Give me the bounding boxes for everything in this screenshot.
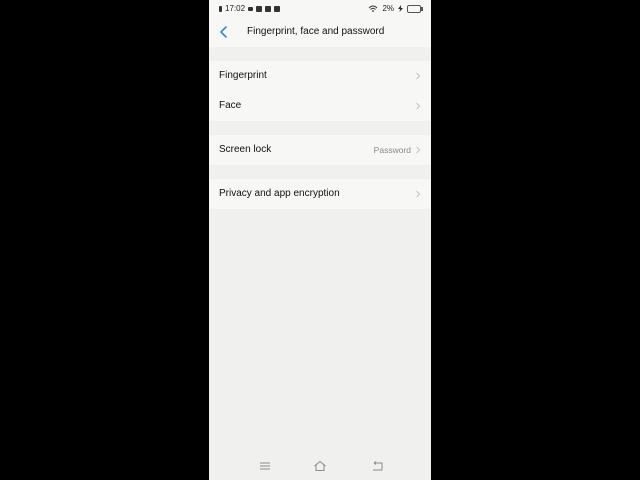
home-icon[interactable] (313, 460, 327, 472)
privacy-encryption-row[interactable]: Privacy and app encryption (209, 179, 431, 209)
row-label: Privacy and app encryption (219, 188, 340, 199)
charging-icon (398, 5, 403, 12)
status-bar: 17:02 2% (209, 0, 431, 17)
page-title: Fingerprint, face and password (247, 26, 385, 37)
battery-percent: 2% (382, 4, 394, 13)
chevron-right-icon (416, 190, 421, 198)
row-label: Face (219, 100, 242, 111)
navigation-bar (209, 452, 431, 480)
chevron-right-icon (416, 146, 421, 154)
biometrics-section: Fingerprint Face (209, 61, 431, 121)
header: Fingerprint, face and password (209, 17, 431, 47)
chevron-right-icon (416, 72, 421, 80)
screen-lock-section: Screen lock Password (209, 135, 431, 165)
return-icon[interactable] (371, 460, 385, 472)
battery-icon (407, 4, 423, 13)
row-label: Screen lock (219, 144, 272, 155)
status-time: 17:02 (225, 4, 246, 13)
sim-icon (219, 5, 222, 12)
status-left: 17:02 (219, 4, 281, 13)
privacy-section: Privacy and app encryption (209, 179, 431, 209)
chevron-right-icon (416, 102, 421, 110)
status-right: 2% (368, 4, 423, 13)
facebook-icon (256, 5, 263, 12)
mail-icon (274, 5, 281, 12)
app-notification-icon (265, 5, 272, 12)
screen-lock-value: Password (373, 145, 411, 155)
fingerprint-row[interactable]: Fingerprint (209, 61, 431, 91)
menu-icon[interactable] (258, 460, 272, 472)
row-label: Fingerprint (219, 70, 267, 81)
video-icon (248, 6, 254, 11)
back-arrow-icon[interactable] (217, 24, 231, 40)
phone-screen: 17:02 2% Fingerprint, face and password (209, 0, 431, 480)
screen-lock-row[interactable]: Screen lock Password (209, 135, 431, 165)
face-row[interactable]: Face (209, 91, 431, 121)
wifi-icon (369, 5, 378, 12)
